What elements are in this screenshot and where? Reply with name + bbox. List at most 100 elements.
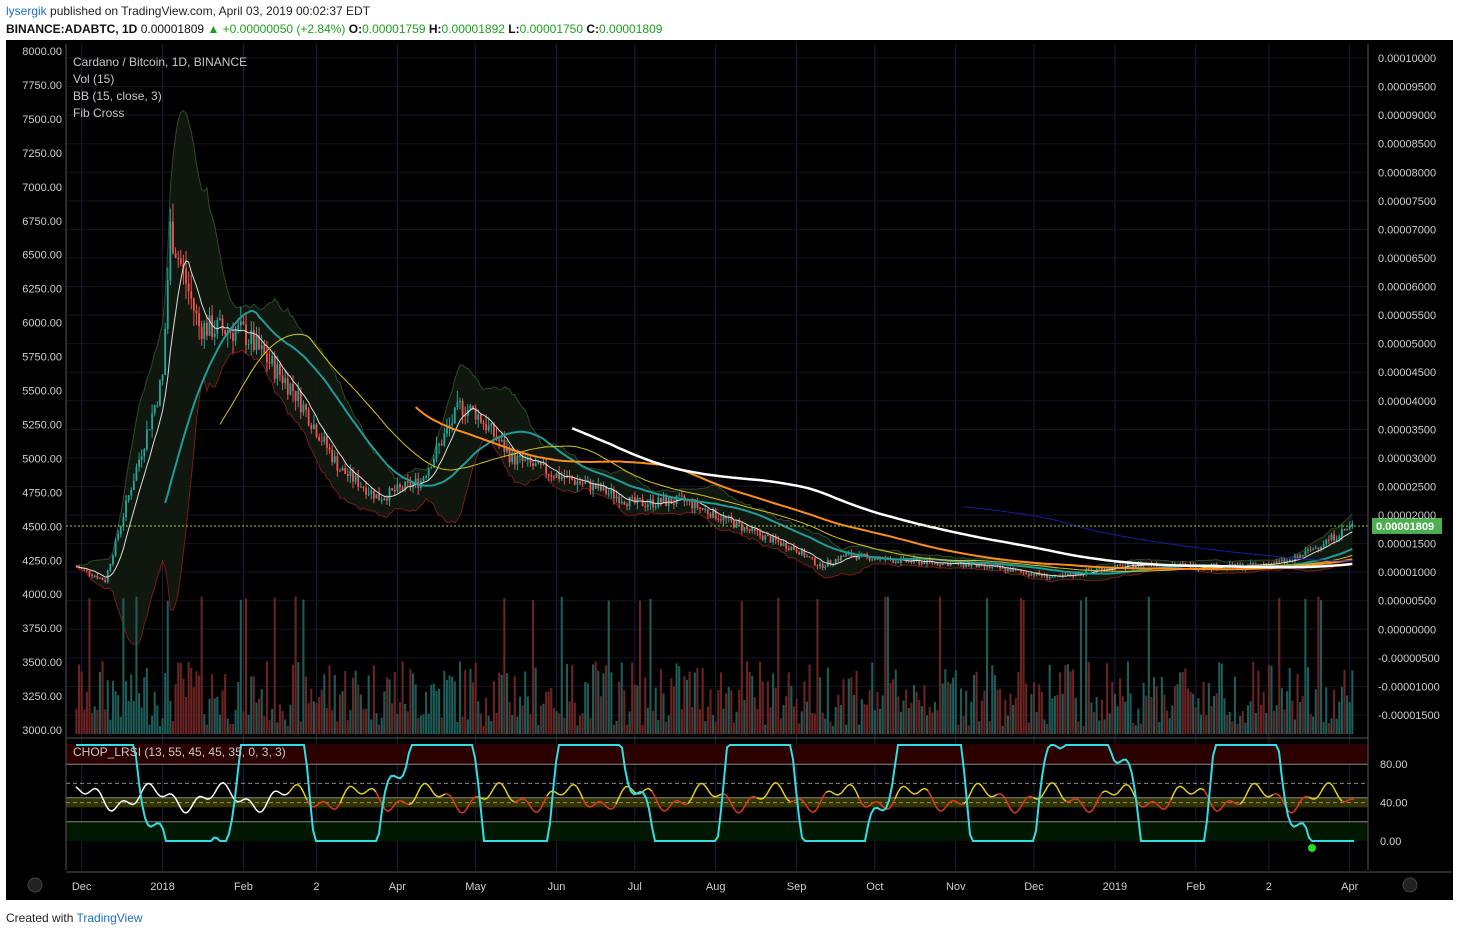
rsi-segment — [1269, 794, 1274, 798]
volume-bar — [962, 715, 965, 734]
volume-bar — [881, 695, 884, 734]
volume-bar — [229, 723, 232, 734]
candle-body — [780, 541, 782, 546]
x-axis-tick: Feb — [1186, 881, 1205, 893]
volume-bar — [393, 672, 396, 734]
volume-bar — [1079, 600, 1083, 734]
volume-bar — [1325, 687, 1328, 734]
rsi-segment — [1089, 809, 1094, 813]
volume-bar — [351, 677, 355, 734]
candle-body — [1322, 544, 1325, 547]
candle-body — [680, 495, 683, 497]
candle-body — [268, 362, 271, 364]
candle-body — [547, 474, 550, 476]
volume-bar — [594, 661, 597, 734]
candle-body — [357, 475, 360, 488]
candle-body — [1098, 568, 1101, 570]
candle-body — [1275, 560, 1278, 564]
volume-bar — [218, 714, 221, 734]
tradingview-logo[interactable]: TradingView — [77, 911, 143, 925]
candle-body — [1317, 547, 1320, 549]
candle-body — [221, 318, 224, 330]
volume-bar — [1257, 670, 1260, 734]
rsi-segment — [1341, 800, 1346, 803]
volume-bar — [1304, 598, 1307, 734]
left-axis-tick: 6500.00 — [22, 250, 62, 262]
volume-bar — [119, 716, 122, 734]
volume-bar — [615, 720, 618, 734]
volume-bar — [346, 720, 349, 734]
volume-bar — [336, 721, 339, 734]
rsi-segment — [660, 808, 665, 812]
candle-body — [365, 488, 367, 495]
volume-bar — [286, 725, 289, 734]
volume-bar — [558, 713, 561, 734]
volume-bar — [1210, 705, 1213, 734]
volume-bar — [1270, 665, 1273, 734]
candle-body — [1252, 563, 1255, 566]
volume-bar — [907, 708, 910, 734]
candle-body — [122, 517, 125, 527]
volume-bar — [954, 670, 957, 734]
rsi-segment — [621, 786, 626, 792]
volume-bar — [1286, 691, 1289, 734]
right-axis-tick: 0.00001000 — [1378, 567, 1436, 579]
candle-body — [772, 536, 775, 543]
candle-body — [187, 283, 190, 292]
volume-bar — [1184, 668, 1187, 734]
rsi-segment — [1290, 811, 1295, 814]
volume-bar — [106, 680, 109, 734]
volume-bar — [1202, 681, 1205, 734]
rsi-segment — [768, 784, 773, 791]
x-axis-tick: Sep — [787, 881, 807, 893]
left-axis-tick: 3000.00 — [22, 725, 62, 737]
candle-body — [1025, 572, 1028, 575]
rsi-segment — [846, 783, 851, 787]
volume-bar — [427, 713, 430, 734]
volume-bar — [508, 702, 511, 734]
moving-averages — [66, 260, 1368, 578]
rsi-segment — [1329, 782, 1334, 787]
volume-bar — [625, 724, 629, 734]
volume-bar — [297, 662, 300, 734]
candle-body — [435, 445, 438, 459]
candle-body — [1340, 529, 1343, 537]
volume-bar — [1218, 662, 1221, 734]
volume-bar — [657, 720, 660, 734]
candle-body — [195, 310, 198, 314]
right-axis-tick: 0.00002000 — [1378, 510, 1436, 522]
volume-bar — [1061, 694, 1064, 734]
volume-bar — [370, 719, 373, 734]
volume-bar — [944, 669, 947, 734]
candle-body — [127, 495, 130, 501]
rsi-segment — [219, 781, 224, 785]
volume-bar — [920, 706, 923, 734]
volume-bar — [868, 690, 871, 734]
rsi-segment — [345, 786, 350, 791]
volume-bar — [1066, 664, 1069, 734]
rsi-segment — [717, 793, 722, 797]
footer-created: Created with — [6, 911, 74, 925]
volume-bar — [211, 674, 214, 734]
volume-bar — [539, 705, 542, 734]
right-axis-tick: 0.00006000 — [1378, 282, 1436, 294]
candle-body — [970, 564, 973, 567]
volume-bar — [662, 693, 665, 734]
candle-body — [425, 475, 427, 478]
rsi-segment — [993, 793, 998, 797]
candle-body — [1346, 528, 1349, 530]
volume-bar — [876, 691, 879, 734]
chart-svg[interactable]: 80.00 40.00 0.00 0.00001809 8000.00 7750.00 7… — [0, 0, 1459, 936]
candle-body — [284, 378, 287, 384]
volume-bar — [247, 714, 250, 734]
volume-bar — [1025, 683, 1028, 734]
volume-bar — [667, 715, 670, 734]
candle-body — [1007, 568, 1009, 572]
volume-bar — [1124, 701, 1127, 734]
volume-bar — [1330, 718, 1333, 734]
volume-bar — [318, 697, 321, 734]
rsi-segment — [1200, 787, 1205, 791]
rsi-segment — [981, 785, 986, 792]
volume-bar — [365, 708, 368, 734]
volume-bar — [769, 707, 772, 734]
